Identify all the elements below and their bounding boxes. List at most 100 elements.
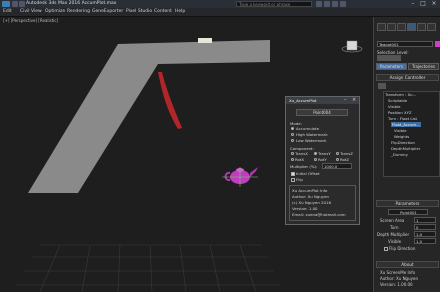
flip-label: Flip bbox=[296, 177, 303, 182]
info-copyright: (c) Xu Nguyen 2016 bbox=[292, 200, 331, 205]
menu-rendering[interactable]: Rendering bbox=[67, 9, 90, 14]
display-tab-icon[interactable] bbox=[417, 23, 426, 31]
flip-direction-checkbox[interactable] bbox=[384, 247, 388, 251]
tree-item-depthmultiplier[interactable]: DepthMultiplier bbox=[391, 146, 420, 151]
tree-item-visible-2[interactable]: Visible bbox=[394, 128, 406, 133]
info-title: Xu AccumPlot Info bbox=[292, 188, 328, 193]
tree-item-position[interactable]: Position XYZ bbox=[388, 110, 412, 115]
depth-multiplier-label: Depth Multiplier bbox=[377, 232, 410, 237]
gray-plane-object bbox=[28, 40, 270, 193]
depth-multiplier-field[interactable]: 1.0 bbox=[414, 231, 436, 237]
mode-high-watermark-radio[interactable] bbox=[291, 133, 294, 136]
parameters-tab-button[interactable]: Parameters bbox=[376, 63, 407, 70]
ground-grid bbox=[16, 244, 280, 292]
transx-radio[interactable] bbox=[291, 152, 294, 155]
tree-item-scriptable[interactable]: Scriptable bbox=[388, 98, 407, 103]
tree-item-flipdirection[interactable]: FlipDirection bbox=[391, 140, 415, 145]
initial-offset-label: Initial Offset bbox=[296, 171, 320, 176]
transz-radio[interactable] bbox=[336, 152, 339, 155]
red-plot-curve bbox=[158, 72, 182, 129]
about-line-1: Xu ScreenMe Info bbox=[380, 270, 416, 275]
menu-bar: Edit Civil View Optimize Rendering GeneE… bbox=[0, 8, 440, 17]
point-pick-button[interactable]: Point004 bbox=[296, 109, 348, 116]
sign-in-icon[interactable] bbox=[332, 1, 338, 7]
parameters-header[interactable]: Parameters bbox=[376, 200, 439, 207]
search-input[interactable]: Type a keyword or phrase bbox=[236, 1, 312, 7]
tree-item-turn[interactable]: Turn : Float List bbox=[388, 116, 417, 121]
transy-radio[interactable] bbox=[314, 152, 317, 155]
dialog-close-button[interactable]: × bbox=[352, 97, 356, 103]
transx-label: TransX bbox=[295, 151, 308, 156]
mode-low-watermark-label: Low Watermark bbox=[296, 138, 327, 143]
maximize-button[interactable]: □ bbox=[418, 0, 428, 8]
help-search-icon[interactable] bbox=[316, 1, 322, 7]
viewcube-icon bbox=[341, 40, 363, 53]
help-icon[interactable] bbox=[340, 1, 346, 7]
visible-field[interactable]: 1.0 bbox=[414, 238, 436, 244]
pp-name-field[interactable]: Point001 bbox=[388, 209, 428, 215]
initial-offset-checkbox[interactable] bbox=[291, 172, 295, 176]
menu-optimize[interactable]: Optimize bbox=[45, 9, 65, 14]
motion-tab-icon[interactable] bbox=[407, 23, 416, 31]
rotx-radio[interactable] bbox=[291, 158, 294, 161]
flip-direction-label: Flip Direction bbox=[389, 246, 416, 251]
tree-item-dummy[interactable]: _Dummy bbox=[391, 152, 408, 157]
accumplot-dialog: Xu_AccumPlot – × Point004 Mode: Accumula… bbox=[285, 96, 360, 225]
undo-icon[interactable] bbox=[19, 1, 25, 7]
close-button[interactable]: × bbox=[429, 0, 439, 8]
info-version: Version: 1.00 bbox=[292, 206, 318, 211]
menu-edit[interactable]: Edit bbox=[3, 9, 12, 14]
object-name-field[interactable]: Teapot001 bbox=[377, 41, 433, 47]
info-author: Author: Xu Nguyen bbox=[292, 194, 329, 199]
rotx-label: RotX bbox=[295, 157, 305, 162]
menu-civil-view[interactable]: Civil View bbox=[20, 9, 42, 14]
star-icon[interactable] bbox=[324, 1, 330, 7]
object-color-swatch[interactable] bbox=[435, 41, 440, 47]
about-line-2: Author: Xu Nguyen bbox=[380, 276, 418, 281]
dialog-title-bar[interactable]: Xu_AccumPlot – × bbox=[286, 97, 359, 104]
trajectories-tab-button[interactable]: Trajectories bbox=[408, 63, 439, 70]
quick-access-icon[interactable] bbox=[12, 1, 18, 7]
utilities-tab-icon[interactable] bbox=[427, 23, 436, 31]
transy-label: TransY bbox=[318, 151, 331, 156]
transz-label: TransZ bbox=[340, 151, 353, 156]
app-logo-icon[interactable] bbox=[2, 1, 10, 7]
about-header[interactable]: About bbox=[376, 261, 439, 268]
about-line-3: Version: 1.00.00 bbox=[380, 282, 413, 287]
menu-pixel-studio[interactable]: Pixel Studio bbox=[126, 9, 152, 14]
rotz-radio[interactable] bbox=[336, 158, 339, 161]
turn-field[interactable]: 0 bbox=[414, 224, 436, 230]
mode-accumulate-label: Accumulate bbox=[296, 126, 319, 131]
tree-item-float-accum[interactable]: Float_Accum... bbox=[391, 122, 421, 127]
menu-content[interactable]: Content bbox=[154, 9, 172, 14]
mode-accumulate-radio[interactable] bbox=[291, 127, 294, 130]
turn-label: Turn bbox=[390, 225, 399, 230]
assign-controller-icon[interactable] bbox=[378, 83, 386, 89]
roty-radio[interactable] bbox=[314, 158, 317, 161]
flip-checkbox[interactable] bbox=[291, 178, 295, 182]
dialog-title: Xu_AccumPlot bbox=[289, 98, 317, 103]
mode-low-watermark-radio[interactable] bbox=[291, 139, 294, 142]
screen-area-label: Screen Area bbox=[380, 218, 405, 223]
mode-high-watermark-label: High Watermark bbox=[296, 132, 328, 137]
multiplier-field[interactable]: 1000.0 bbox=[322, 163, 352, 169]
minimize-button[interactable]: – bbox=[408, 0, 418, 8]
teapot-object bbox=[222, 167, 258, 187]
title-bar: Autodesk 3ds Max 2016 AccumPlot.max Type… bbox=[0, 0, 440, 8]
menu-geneexporter[interactable]: GeneExporter bbox=[92, 9, 123, 14]
small-box-object bbox=[198, 38, 212, 43]
tree-item-weights[interactable]: Weights bbox=[394, 134, 409, 139]
assign-controller-header[interactable]: Assign Controller bbox=[376, 74, 439, 81]
dialog-minimize-button[interactable]: – bbox=[344, 97, 347, 103]
modify-tab-icon[interactable] bbox=[387, 23, 396, 31]
hierarchy-tab-icon[interactable] bbox=[397, 23, 406, 31]
create-tab-icon[interactable] bbox=[377, 23, 386, 31]
multiplier-label: Multiplier (%): bbox=[290, 164, 318, 169]
tree-item-visible[interactable]: Visible bbox=[388, 104, 400, 109]
tree-item-transform[interactable]: Transform : Xu... bbox=[385, 92, 416, 97]
selection-level-box[interactable] bbox=[377, 55, 401, 61]
menu-help[interactable]: Help bbox=[175, 9, 185, 14]
command-panel: Teapot001 Selection Level: Parameters Tr… bbox=[373, 17, 440, 292]
screen-area-field[interactable]: 1 bbox=[414, 217, 436, 223]
info-email: Email: xuena@hotmail.com bbox=[292, 212, 346, 217]
